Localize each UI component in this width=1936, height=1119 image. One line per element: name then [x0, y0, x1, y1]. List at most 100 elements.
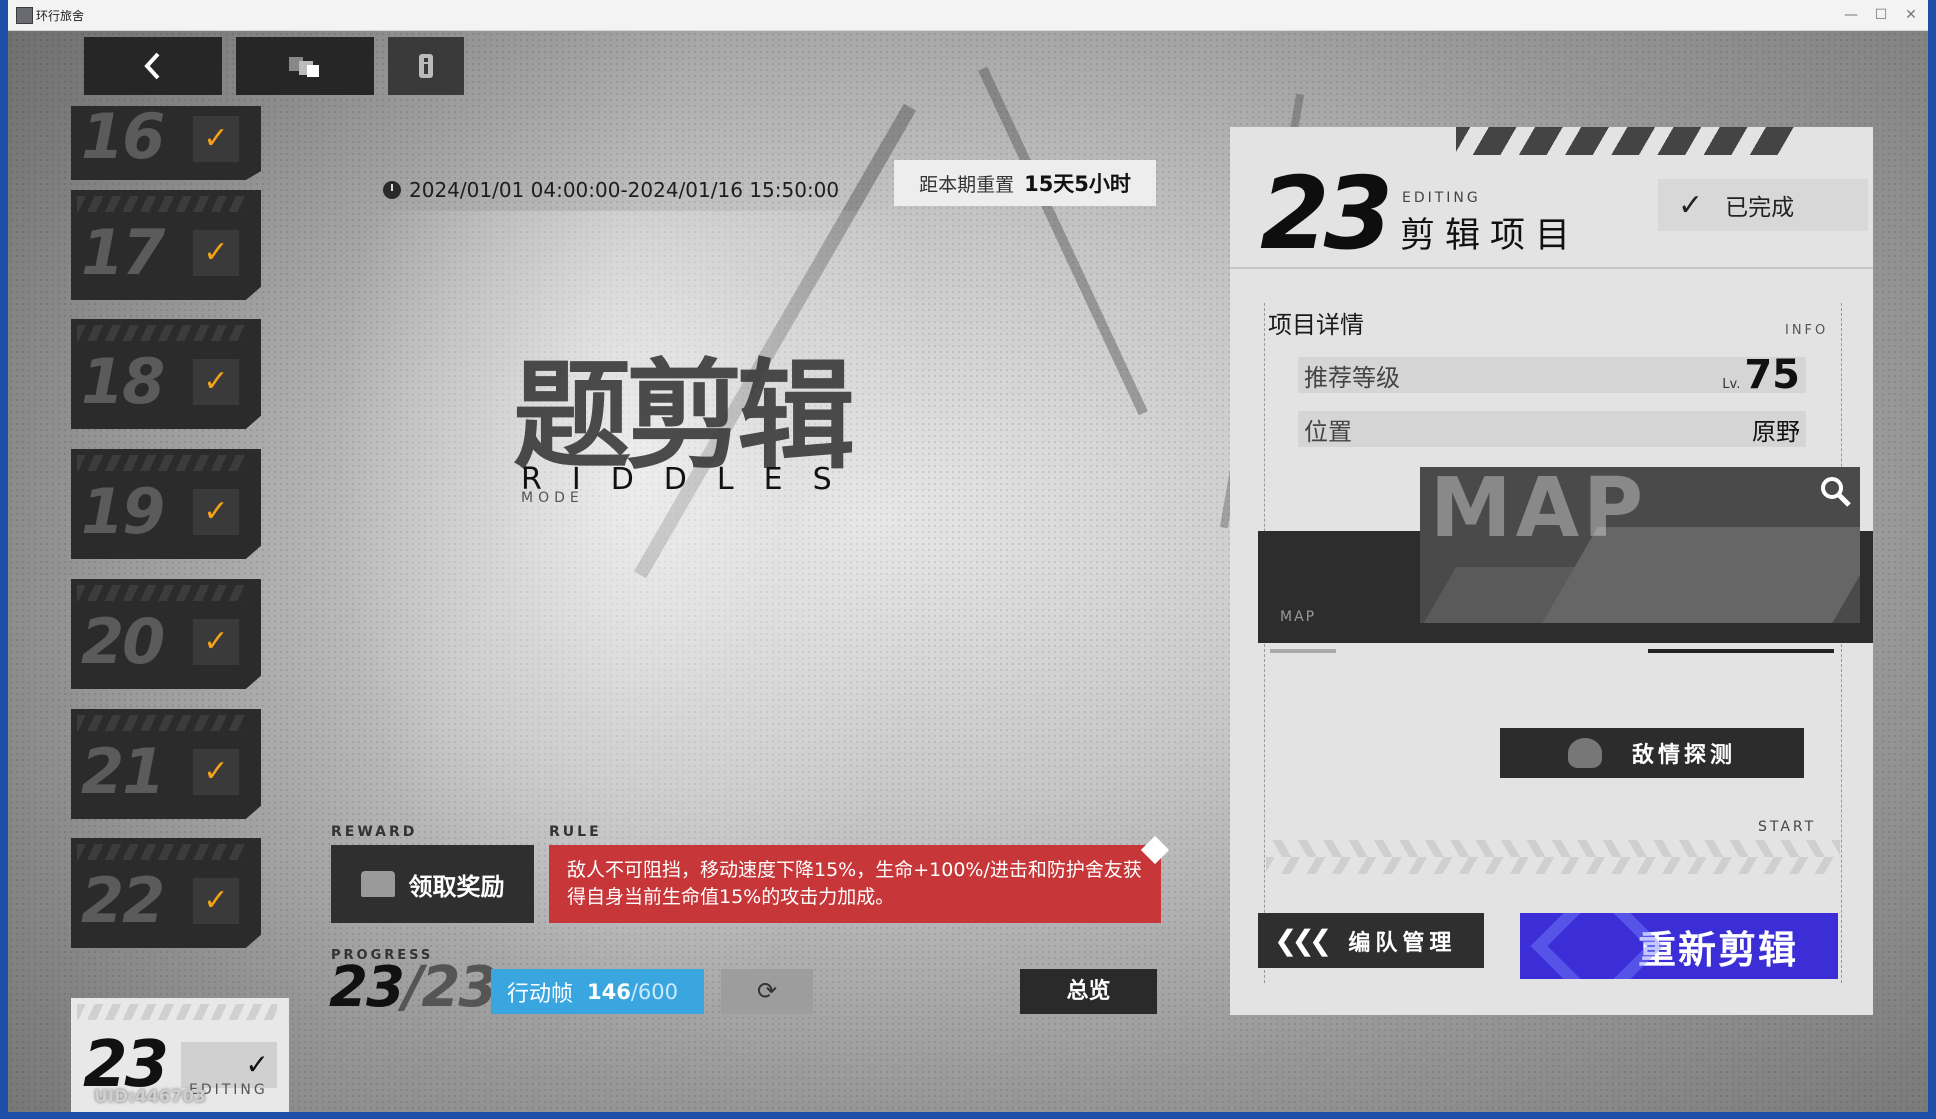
rule-text: 敌人不可阻挡，移动速度下降15%，生命+100%/进击和防护舍友获得自身当前生命…	[567, 859, 1142, 908]
check-icon: ✓	[1678, 187, 1704, 223]
date-range-text: 2024/01/01 04:00:00-2024/01/16 15:50:00	[409, 178, 840, 202]
reset-value: 15天5小时	[1024, 172, 1131, 196]
progress-separator: /	[402, 955, 424, 1020]
map-underline	[1648, 649, 1834, 653]
claim-reward-button[interactable]: 领取奖励	[331, 845, 534, 923]
level-item-22[interactable]: 22 ✓	[71, 838, 261, 948]
completed-label: 已完成	[1725, 195, 1795, 221]
check-icon: ✓	[193, 359, 239, 405]
rule-section-label: RULE	[549, 824, 602, 840]
location-row: 位置 原野	[1298, 411, 1806, 447]
mode-title: 题剪辑 RIDDLES MODE	[513, 320, 855, 506]
app-icon	[16, 7, 33, 24]
progress-current: 23	[329, 955, 405, 1020]
level-stripes	[77, 844, 247, 860]
clock-icon	[383, 181, 401, 199]
level-item-21[interactable]: 21 ✓	[71, 709, 261, 819]
level-stripes	[77, 585, 247, 601]
action-frames-current: 146	[587, 979, 631, 1004]
check-icon: ✓	[193, 749, 239, 795]
double-chevron-left-icon: ❮❮❮	[1274, 924, 1332, 957]
check-icon: ✓	[193, 116, 239, 162]
magnifier-icon[interactable]	[1818, 475, 1854, 511]
level-stripes	[77, 1004, 277, 1020]
start-label: START	[1758, 819, 1817, 835]
level-item-17[interactable]: 17 ✓	[71, 190, 261, 300]
level-item-18[interactable]: 18 ✓	[71, 319, 261, 429]
action-frames-bar: 行动帧 146/600	[491, 969, 704, 1014]
refresh-button[interactable]: ⟳	[721, 969, 813, 1014]
recommended-level-row: 推荐等级 Lv. 75	[1298, 352, 1806, 398]
level-value: 75	[1744, 352, 1800, 398]
info-label: INFO	[1785, 323, 1829, 338]
map-preview[interactable]: MAP	[1420, 467, 1860, 623]
location-value: 原野	[1752, 417, 1800, 446]
progress-total: 23	[421, 955, 497, 1020]
enemy-intel-label: 敌情探测	[1631, 743, 1736, 768]
panel-level-number: 23	[1260, 155, 1393, 272]
location-label: 位置	[1304, 417, 1352, 446]
level-number: 19	[81, 475, 165, 548]
map-watermark: MAP	[1430, 467, 1648, 556]
level-item-19[interactable]: 19 ✓	[71, 449, 261, 559]
level-stripes	[77, 196, 247, 212]
re-edit-button[interactable]: 重新剪辑	[1520, 913, 1838, 979]
level-item-20[interactable]: 20 ✓	[71, 579, 261, 689]
reward-section-label: REWARD	[331, 824, 418, 840]
map-tag: MAP	[1280, 609, 1317, 625]
check-icon: ✓	[193, 619, 239, 665]
overview-button[interactable]: 总览	[1020, 969, 1157, 1014]
recommended-level-value: Lv. 75	[1722, 352, 1800, 398]
level-number: 17	[81, 216, 165, 289]
rule-box: 敌人不可阻挡，移动速度下降15%，生命+100%/进击和防护舍友获得自身当前生命…	[549, 845, 1161, 923]
divider	[1230, 267, 1873, 269]
app-window: 环行旅舍 — ☐ ✕ 16 ✓ 17 ✓ 18 ✓ 19 ✓ 20 ✓ 21 ✓…	[8, 0, 1928, 1112]
cubes-icon	[289, 57, 319, 77]
minimize-button[interactable]: —	[1836, 4, 1866, 26]
share-button[interactable]	[236, 37, 374, 95]
panel-stripes	[1456, 127, 1796, 155]
completed-badge: ✓ 已完成	[1658, 179, 1868, 231]
level-number: 18	[81, 345, 165, 418]
details-frame	[1264, 303, 1842, 983]
close-button[interactable]: ✕	[1896, 4, 1926, 26]
mode-label: MODE	[521, 490, 584, 506]
enemy-intel-button[interactable]: 敌情探测	[1500, 728, 1804, 778]
action-frames-max: /600	[630, 979, 679, 1004]
info-icon	[419, 54, 433, 78]
check-icon: ✓	[193, 230, 239, 276]
chevron-left-icon	[144, 52, 160, 80]
window-title: 环行旅舍	[36, 9, 85, 23]
level-item-16[interactable]: 16 ✓	[71, 106, 261, 180]
back-button[interactable]	[84, 37, 222, 95]
action-frames-value: 146/600	[587, 980, 678, 1004]
recommended-level-label: 推荐等级	[1304, 363, 1400, 392]
check-icon: ✓	[193, 489, 239, 535]
action-frames-label: 行动帧	[507, 981, 574, 1007]
check-icon: ✓	[193, 878, 239, 924]
reset-label: 距本期重置	[919, 173, 1015, 196]
team-management-button[interactable]: ❮❮❮ 编队管理	[1258, 913, 1484, 968]
level-prefix: Lv.	[1722, 377, 1741, 392]
maximize-button[interactable]: ☐	[1866, 4, 1896, 26]
claim-reward-label: 领取奖励	[408, 872, 505, 901]
panel-editing-label: EDITING	[1402, 190, 1481, 206]
info-button[interactable]	[388, 37, 464, 95]
chevron-strip	[1266, 840, 1840, 874]
reset-countdown: 距本期重置 15天5小时	[894, 160, 1156, 206]
progress-count: 23/23	[329, 955, 497, 1020]
map-underline	[1270, 649, 1336, 653]
details-title: 项目详情	[1268, 311, 1364, 339]
level-stripes	[77, 455, 247, 471]
level-number: 20	[81, 605, 165, 678]
level-stripes	[77, 325, 247, 341]
project-panel: 23 EDITING 剪辑项目 ✓ 已完成 项目详情 INFO 推荐等级 Lv.…	[1230, 127, 1873, 1015]
user-id: UID:446703	[94, 1087, 207, 1107]
event-date-range: 2024/01/01 04:00:00-2024/01/16 15:50:00	[383, 178, 839, 202]
level-number: 22	[81, 864, 165, 937]
team-management-label: 编队管理	[1348, 930, 1457, 956]
skull-icon	[1567, 738, 1602, 768]
panel-title: 剪辑项目	[1400, 216, 1581, 256]
level-number: 16	[81, 100, 165, 173]
title-bar: 环行旅舍 — ☐ ✕	[8, 0, 1928, 31]
